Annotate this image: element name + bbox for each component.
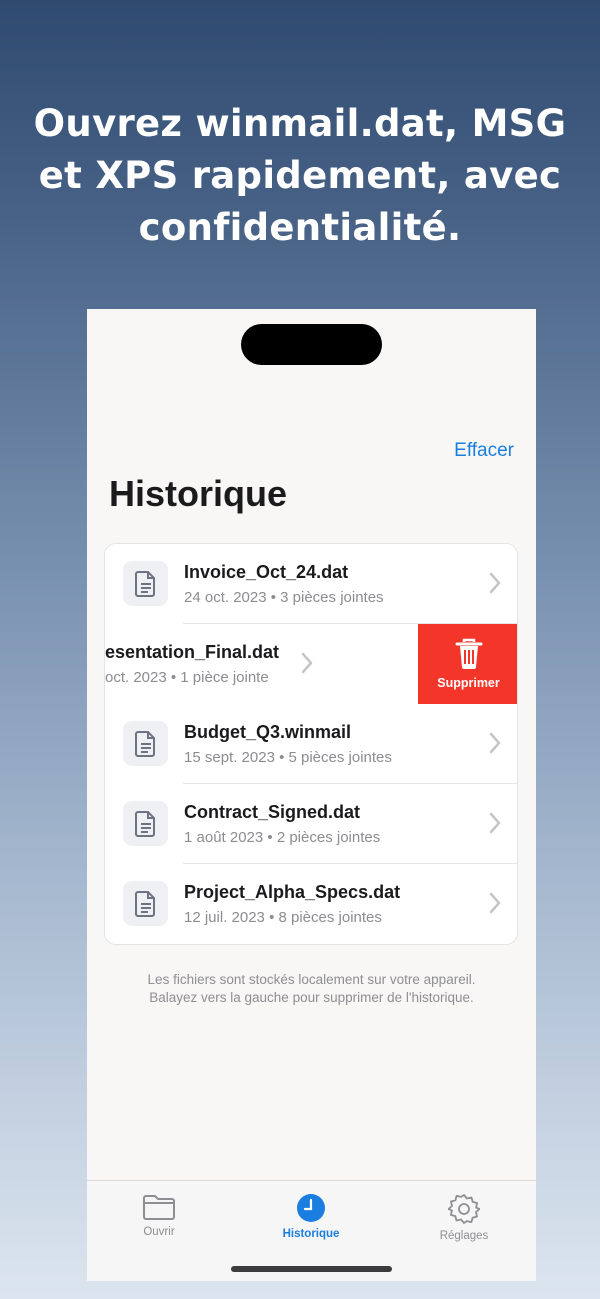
tab-label: Ouvrir [143,1226,175,1238]
tab-label: Réglages [439,1230,489,1242]
delete-button[interactable]: Supprimer [418,624,517,704]
dynamic-island [241,324,382,365]
file-meta: 15 sept. 2023 • 5 pièces jointes [184,749,392,766]
promo-headline: Ouvrez winmail.dat, MSG et XPS rapidemen… [33,102,567,249]
home-indicator [231,1266,392,1272]
file-meta: 12 juil. 2023 • 8 pièces jointes [184,909,382,926]
phone-screen: Effacer Historique Invoice_Oct_24.dat 24… [87,309,536,1281]
clock-icon [297,1194,325,1222]
chevron-right-icon [489,572,501,594]
file-name: Invoice_Oct_24.dat [184,562,349,582]
list-item[interactable]: Invoice_Oct_24.dat 24 oct. 2023 • 3 pièc… [105,544,517,624]
file-meta: 1 août 2023 • 2 pièces jointes [184,829,381,846]
list-item[interactable]: Project_Alpha_Specs.dat 12 juil. 2023 • … [105,864,517,944]
footnote-line: Les fichiers sont stockés localement sur… [147,972,476,987]
chevron-right-icon [489,892,501,914]
file-name: esentation_Final.dat [105,642,280,662]
file-meta: 24 oct. 2023 • 3 pièces jointes [184,589,384,606]
chevron-right-icon [489,812,501,834]
file-meta: oct. 2023 • 1 pièce jointe [105,669,269,686]
trash-icon [455,638,482,669]
document-icon [123,881,168,926]
list-item-swiped[interactable]: esentation_Final.dat oct. 2023 • 1 pièce… [105,624,517,704]
swiped-row-content[interactable]: esentation_Final.dat oct. 2023 • 1 pièce… [105,624,419,704]
footnote-line: Balayez vers la gauche pour supprimer de… [149,990,474,1005]
file-name: Budget_Q3.winmail [184,722,352,742]
delete-label: Supprimer [437,676,500,690]
tab-label: Historique [282,1228,340,1240]
list-item[interactable]: Contract_Signed.dat 1 août 2023 • 2 pièc… [105,784,517,864]
file-name: Contract_Signed.dat [184,802,361,822]
document-icon [123,801,168,846]
tab-history[interactable]: Historique [251,1193,371,1240]
chevron-right-icon [301,652,313,674]
document-icon [123,561,168,606]
footnote: Les fichiers sont stockés localement sur… [107,971,516,1007]
clear-button[interactable]: Effacer [454,440,514,462]
tab-settings[interactable]: Réglages [404,1193,524,1242]
gear-icon [448,1194,480,1224]
page-title: Historique [109,473,288,514]
document-icon [123,721,168,766]
history-list: Invoice_Oct_24.dat 24 oct. 2023 • 3 pièc… [104,543,518,945]
tab-open[interactable]: Ouvrir [99,1193,219,1238]
list-item[interactable]: Budget_Q3.winmail 15 sept. 2023 • 5 pièc… [105,704,517,784]
chevron-right-icon [489,732,501,754]
file-name: Project_Alpha_Specs.dat [184,882,401,902]
folder-icon [143,1195,175,1220]
